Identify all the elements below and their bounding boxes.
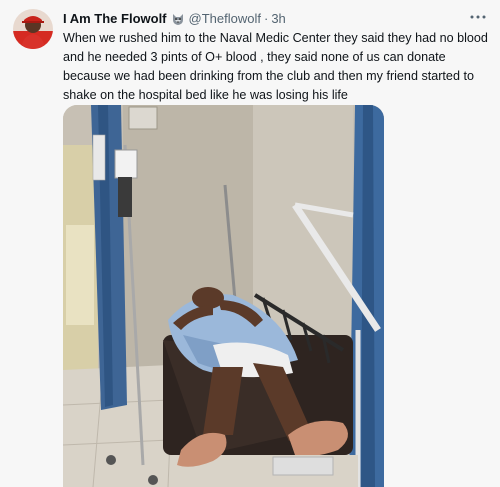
avatar[interactable]: [13, 9, 53, 49]
more-dots-icon: [470, 15, 486, 19]
tweet-text: When we rushed him to the Naval Medic Ce…: [63, 29, 493, 105]
wolf-emoji-icon: [171, 12, 185, 26]
separator-dot: ·: [263, 11, 269, 26]
tweet-photo[interactable]: [63, 105, 384, 487]
tweet-text-line: When we rushed him to the Naval Medic Ce…: [63, 31, 488, 45]
tweet-text-line: and he needed 3 pints of O+ blood , they…: [63, 50, 446, 64]
hospital-bed-photo: [63, 105, 384, 487]
display-name[interactable]: I Am The Flowolf: [63, 10, 167, 28]
tweet-card[interactable]: I Am The Flowolf @Theflowolf · 3h When w…: [0, 0, 500, 487]
tweet-header: I Am The Flowolf @Theflowolf · 3h: [63, 10, 286, 28]
tweet-text-line: because we had been drinking from the cl…: [63, 69, 474, 83]
tweet-text-line: shake on the hospital bed like he was lo…: [63, 88, 348, 102]
timestamp[interactable]: 3h: [271, 10, 285, 28]
user-handle[interactable]: @Theflowolf: [189, 10, 261, 28]
more-options-button[interactable]: [466, 8, 490, 26]
